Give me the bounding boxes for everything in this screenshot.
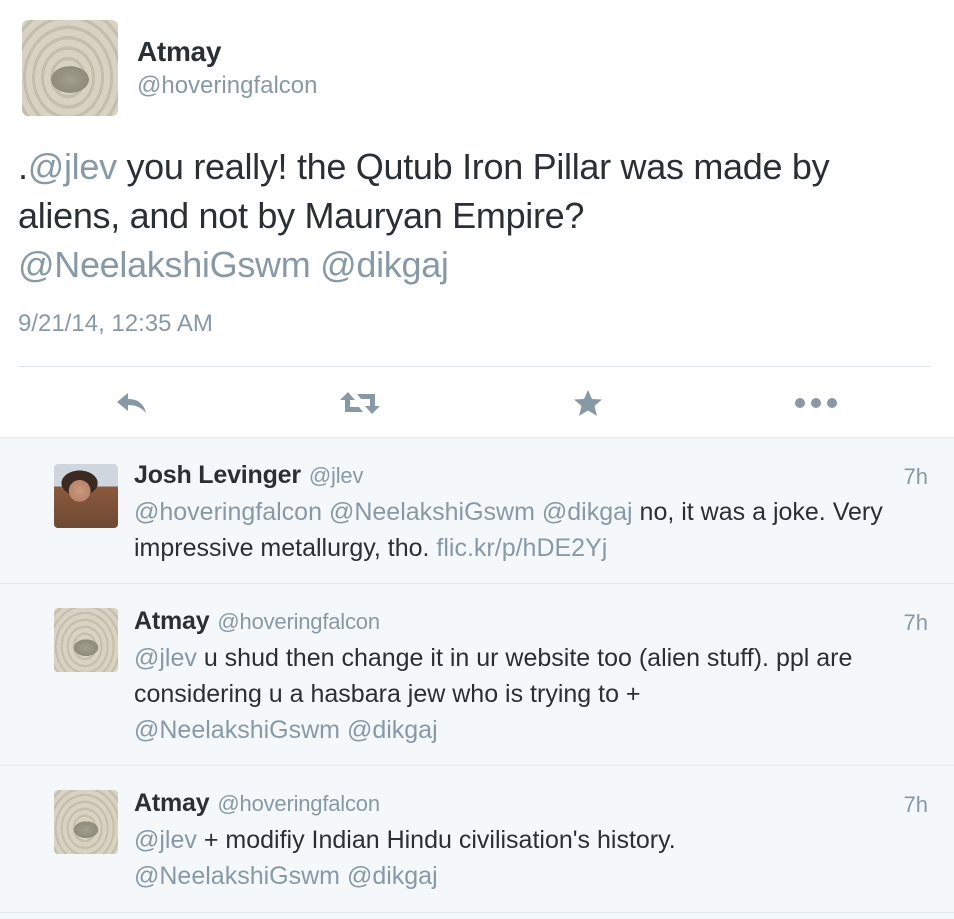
- reply-tweet[interactable]: Josh Levinger @jlev 7h @hoveringfalcon @N…: [0, 438, 954, 584]
- reply-author[interactable]: Josh Levinger @jlev: [134, 461, 363, 490]
- reply-tweet[interactable]: Atmay @hoveringfalcon 7h @jlev u shud the…: [0, 584, 954, 766]
- reply-body: u shud then change it in ur website too …: [134, 644, 853, 708]
- favorite-button[interactable]: [558, 380, 618, 426]
- tweet-actions: [0, 380, 954, 426]
- reply-text: @jlev + modifiy Indian Hindu civilisatio…: [134, 822, 924, 894]
- mention-link[interactable]: @NeelakshiGswm: [134, 716, 340, 744]
- reply-button[interactable]: [102, 380, 162, 426]
- reply-author[interactable]: Atmay @hoveringfalcon: [134, 607, 380, 636]
- mention-link[interactable]: @jlev: [134, 644, 197, 672]
- mention-link[interactable]: @hoveringfalcon: [134, 498, 322, 526]
- reply-time[interactable]: 7h: [904, 792, 928, 818]
- mention-link[interactable]: @jlev: [134, 826, 197, 854]
- retweet-icon: [340, 392, 380, 414]
- mention-link[interactable]: @dikgaj: [320, 244, 449, 285]
- author-handle[interactable]: @hoveringfalcon: [137, 72, 317, 100]
- mention-link[interactable]: @dikgaj: [347, 716, 438, 744]
- favorite-star-icon: [574, 390, 602, 416]
- avatar[interactable]: [54, 608, 118, 672]
- reply-time[interactable]: 7h: [904, 464, 928, 490]
- more-button[interactable]: [786, 380, 846, 426]
- mention-link[interactable]: @dikgaj: [347, 862, 438, 890]
- reply-author-name[interactable]: Josh Levinger: [134, 461, 301, 489]
- mention-link[interactable]: @jlev: [28, 146, 117, 187]
- reply-author-handle[interactable]: @hoveringfalcon: [217, 791, 380, 816]
- tweet-timestamp[interactable]: 9/21/14, 12:35 AM: [18, 310, 213, 338]
- tweet-body: you really! the Qutub Iron Pillar was ma…: [18, 146, 830, 236]
- mention-link[interactable]: @dikgaj: [542, 498, 633, 526]
- reply-author-handle[interactable]: @jlev: [309, 463, 364, 488]
- mention-link[interactable]: @NeelakshiGswm: [18, 244, 311, 285]
- mention-link[interactable]: @NeelakshiGswm: [329, 498, 535, 526]
- avatar[interactable]: [54, 464, 118, 528]
- author-avatar[interactable]: [22, 20, 118, 116]
- retweet-button[interactable]: [330, 380, 390, 426]
- avatar[interactable]: [54, 790, 118, 854]
- text-prefix: .: [18, 146, 28, 187]
- reply-author-name[interactable]: Atmay: [134, 789, 210, 817]
- reply-author[interactable]: Atmay @hoveringfalcon: [134, 789, 380, 818]
- reply-author-handle[interactable]: @hoveringfalcon: [217, 609, 380, 634]
- tweet-text: .@jlev you really! the Qutub Iron Pillar…: [18, 142, 928, 289]
- reply-icon: [117, 393, 146, 413]
- reply-time[interactable]: 7h: [904, 610, 928, 636]
- url-link[interactable]: flic.kr/p/hDE2Yj: [436, 534, 607, 562]
- reply-text: @hoveringfalcon @NeelakshiGswm @dikgaj n…: [134, 494, 924, 566]
- mention-link[interactable]: @NeelakshiGswm: [134, 862, 340, 890]
- divider: [18, 366, 930, 367]
- main-tweet: Atmay @hoveringfalcon .@jlev you really!…: [0, 0, 954, 437]
- replies-list: Josh Levinger @jlev 7h @hoveringfalcon @N…: [0, 437, 954, 919]
- reply-author-name[interactable]: Atmay: [134, 607, 210, 635]
- more-dots-icon: [795, 398, 837, 408]
- reply-tweet[interactable]: Atmay @hoveringfalcon 7h @jlev + modifiy …: [0, 766, 954, 913]
- reply-text: @jlev u shud then change it in ur websit…: [134, 640, 924, 748]
- author-name[interactable]: Atmay: [137, 36, 221, 68]
- reply-body: + modifiy Indian Hindu civilisation's hi…: [196, 826, 676, 854]
